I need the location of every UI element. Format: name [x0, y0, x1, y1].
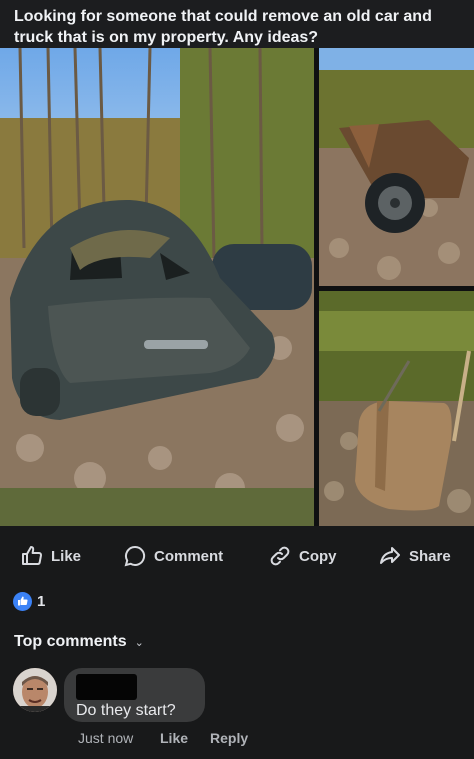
comment-like-button[interactable]: Like	[160, 730, 210, 746]
comment-reply-button[interactable]: Reply	[210, 730, 248, 746]
comments-sort-dropdown[interactable]: Top comments ⌄	[14, 632, 144, 652]
share-button[interactable]: Share	[378, 544, 451, 568]
post-actions-bar: Like Comment Copy Share	[0, 536, 474, 576]
comment-text: Do they start?	[76, 702, 176, 719]
share-arrow-icon	[380, 547, 400, 564]
share-label: Share	[409, 547, 451, 565]
like-button[interactable]: Like	[20, 544, 81, 568]
photo-grid[interactable]	[0, 48, 474, 526]
comment-bubble[interactable]: Do they start?	[64, 668, 205, 722]
chevron-down-icon: ⌄	[134, 636, 144, 649]
thumbs-up-icon	[22, 546, 42, 565]
avatar[interactable]	[13, 668, 57, 712]
reactions-summary[interactable]: 1	[13, 591, 45, 611]
comments-sort-label: Top comments	[14, 633, 127, 650]
comment-meta: Just now Like Reply	[78, 729, 248, 747]
thumbs-up-icon	[13, 591, 32, 611]
photo-truck-fender[interactable]	[319, 291, 474, 526]
comment-timestamp: Just now	[78, 730, 134, 746]
copy-button[interactable]: Copy	[268, 544, 337, 568]
post-text: Looking for someone that could remove an…	[14, 8, 432, 46]
comment-button[interactable]: Comment	[123, 544, 223, 568]
post-header: Looking for someone that could remove an…	[0, 0, 474, 48]
photo-old-truck[interactable]	[319, 48, 474, 286]
copy-label: Copy	[299, 547, 337, 565]
link-icon	[270, 546, 290, 566]
comment-bubble-icon	[124, 545, 146, 567]
reaction-count: 1	[37, 592, 46, 610]
redacted-author-name	[76, 674, 137, 700]
comment-label: Comment	[154, 547, 224, 565]
like-label: Like	[51, 547, 82, 565]
photo-rusted-car[interactable]	[0, 48, 314, 526]
